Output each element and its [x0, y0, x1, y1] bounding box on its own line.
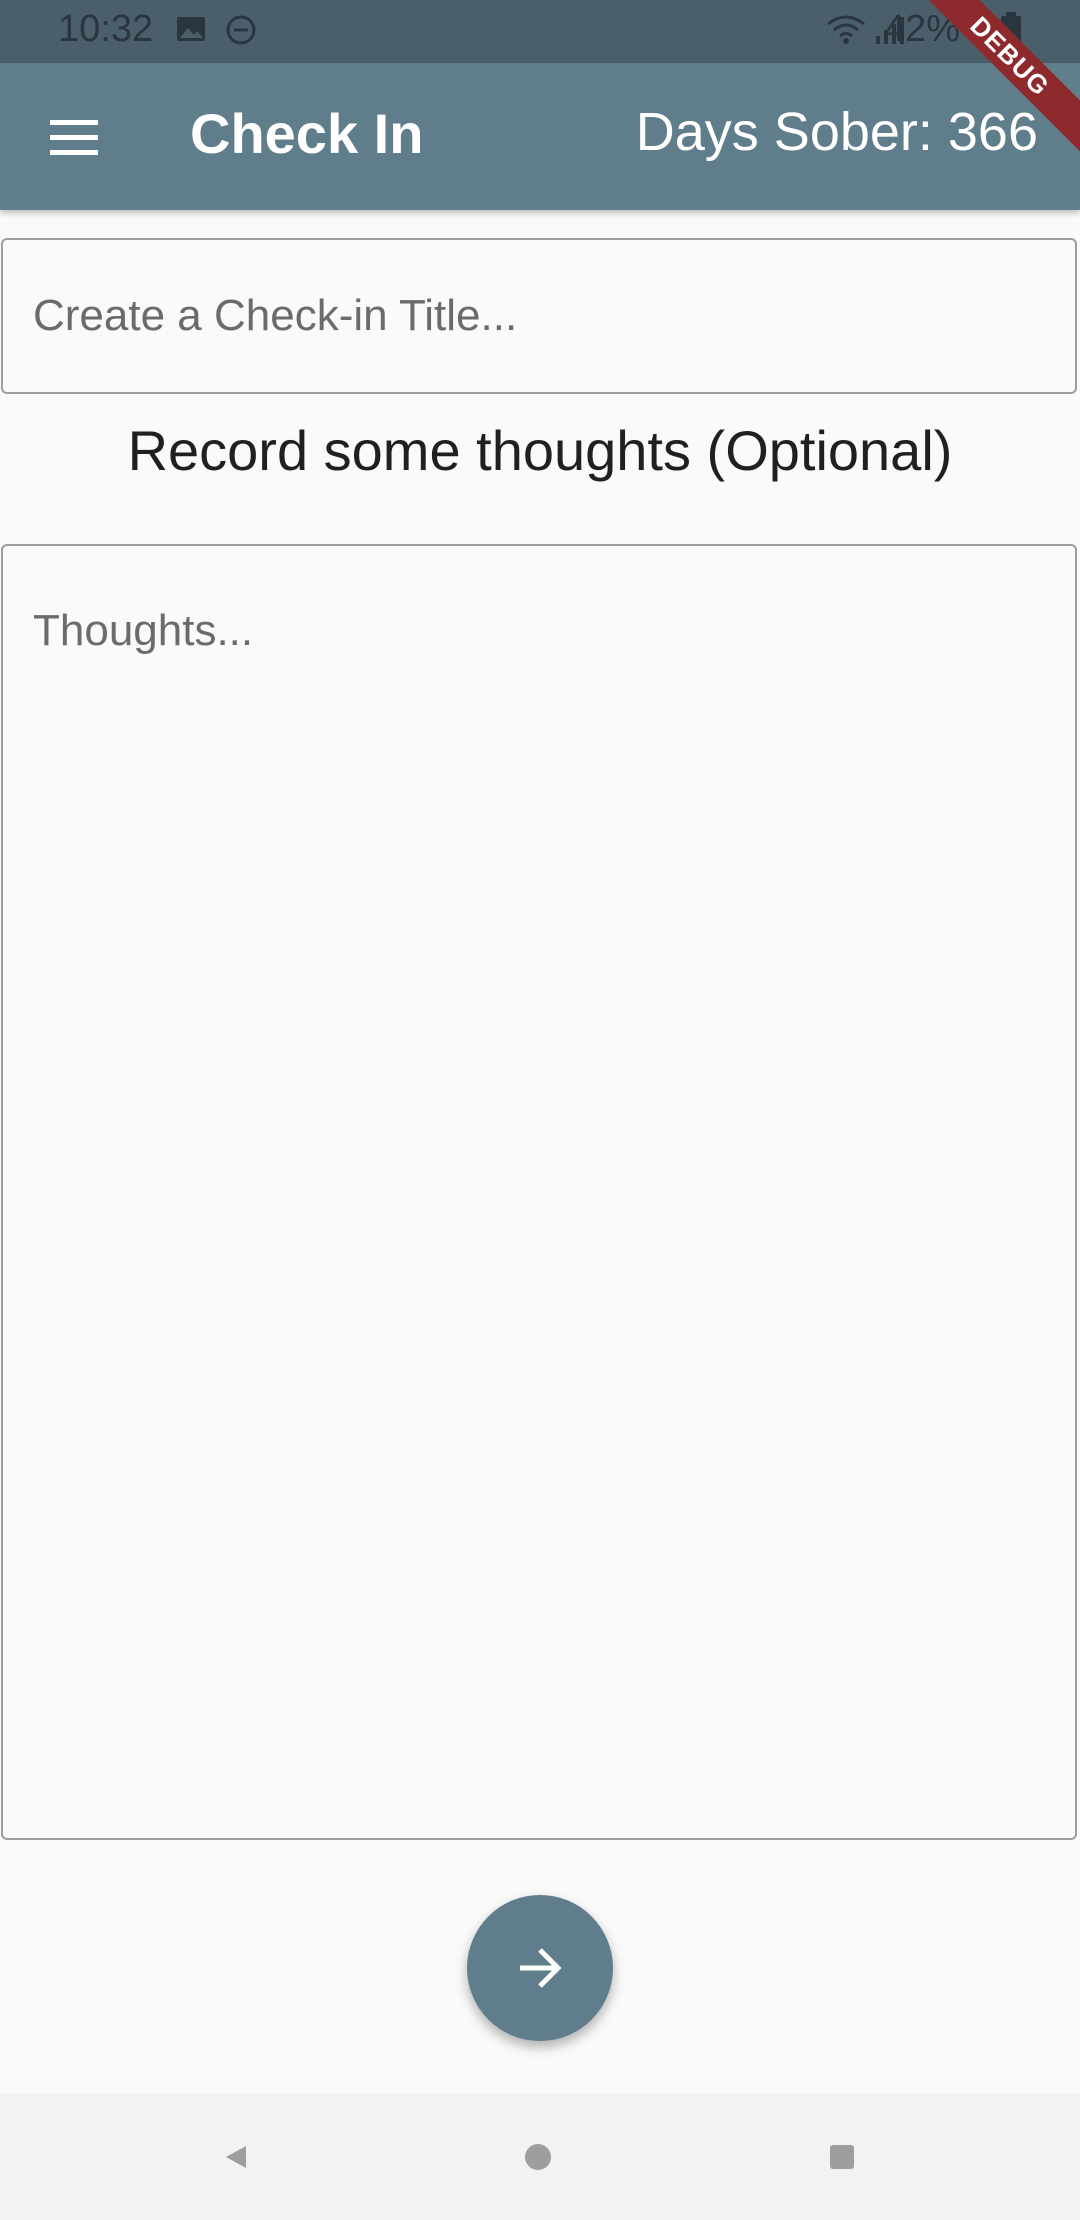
menu-icon[interactable]	[36, 107, 112, 167]
page-title: Check In	[190, 102, 424, 165]
arrow-forward-icon	[520, 1948, 562, 1988]
recents-nav-icon[interactable]	[812, 2127, 872, 2187]
do-not-disturb-icon	[225, 14, 257, 51]
home-nav-icon[interactable]	[508, 2127, 568, 2187]
app-bar: Check In Days Sober: 366	[0, 63, 1080, 210]
back-nav-icon[interactable]	[206, 2127, 266, 2187]
battery-icon	[1000, 12, 1022, 55]
next-button[interactable]	[467, 1895, 613, 2041]
status-time: 10:32	[58, 8, 154, 50]
thoughts-heading: Record some thoughts (Optional)	[127, 419, 953, 482]
days-sober-counter: Days Sober: 366	[635, 102, 1038, 162]
image-notification-icon	[176, 14, 206, 49]
thoughts-input[interactable]	[1, 544, 1077, 1840]
status-bar: 10:32 42%	[0, 0, 1080, 63]
battery-percent: 42%	[883, 8, 960, 50]
system-navigation-bar	[0, 2093, 1080, 2220]
check-in-screen: 10:32 42% Check In Days Sober: 366 DEBUG…	[0, 0, 1080, 2220]
check-in-title-input[interactable]	[1, 238, 1077, 394]
wifi-icon	[826, 14, 866, 51]
